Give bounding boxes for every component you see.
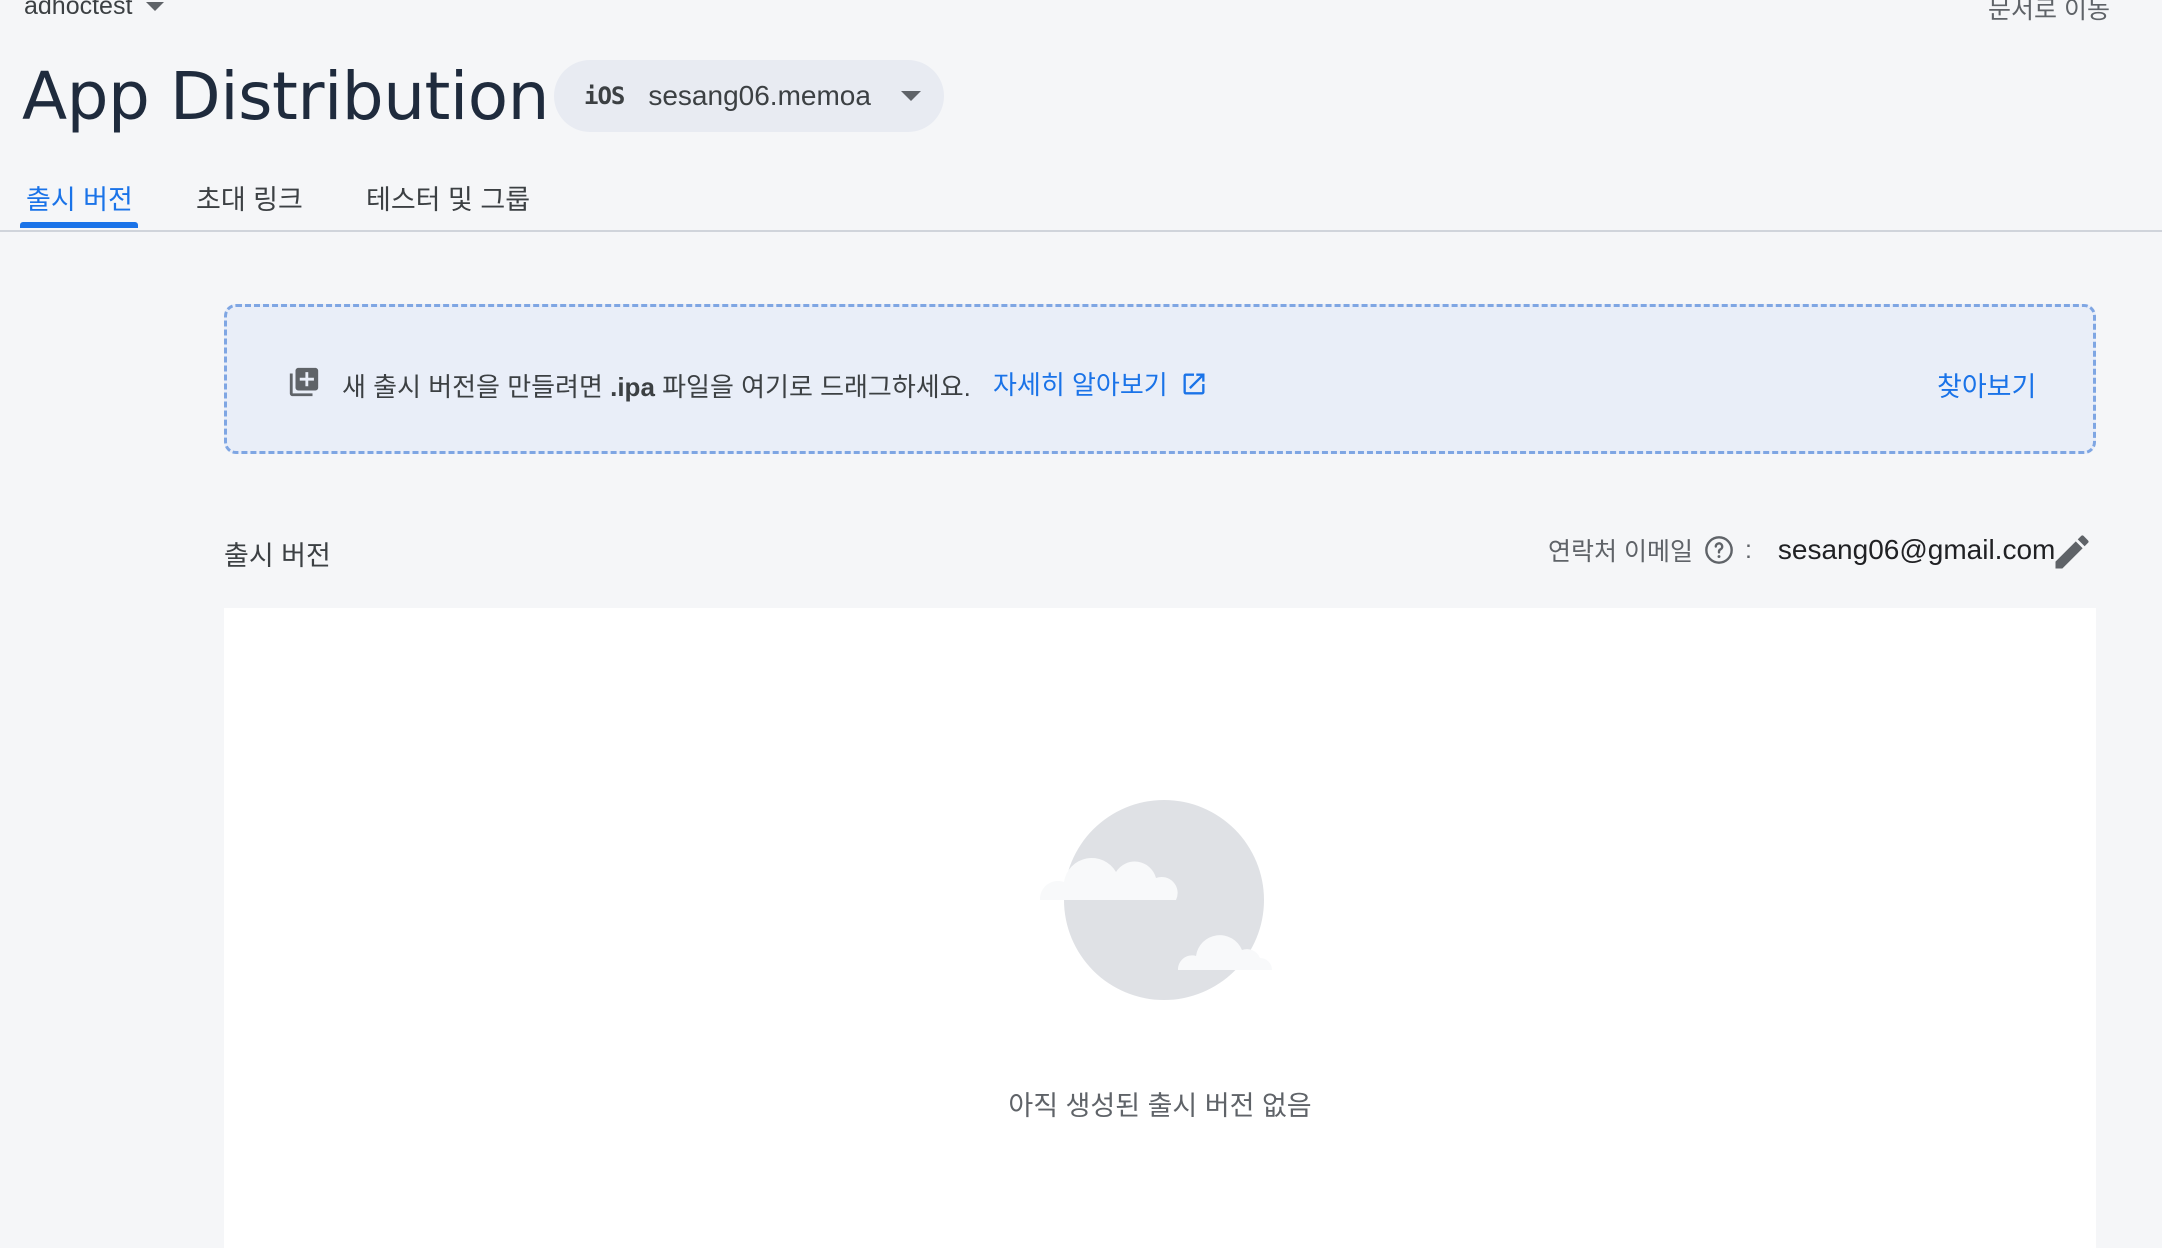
releases-list-card: 아직 생성된 출시 버전 없음	[224, 608, 2096, 1248]
tab-invite-links[interactable]: 초대 링크	[196, 178, 303, 232]
learn-more-link[interactable]: 자세히 알아보기	[993, 365, 1208, 402]
dropzone-text-after: 파일을 여기로 드래그하세요.	[654, 372, 971, 402]
app-id: sesang06.memoa	[648, 80, 871, 111]
chevron-down-icon	[146, 2, 165, 11]
empty-state-message: 아직 생성된 출시 버전 없음	[1008, 1091, 1312, 1121]
ios-platform-badge: iOS	[584, 82, 625, 110]
active-tab-indicator	[20, 222, 138, 228]
releases-section-label: 출시 버전	[224, 541, 331, 571]
ipa-dropzone[interactable]: 새 출시 버전을 만들려면 .ipa 파일을 여기로 드래그하세요. 자세히 알…	[224, 304, 2096, 454]
ipa-extension: .ipa	[610, 372, 655, 402]
pencil-edit-icon[interactable]	[2050, 530, 2094, 574]
browse-button[interactable]: 찾아보기	[1937, 365, 2036, 404]
contact-email-label: 연락처 이메일	[1548, 538, 1693, 566]
docs-link[interactable]: 문서로 이동	[1988, 0, 2110, 26]
chevron-down-icon	[900, 91, 921, 101]
contact-email-row: 연락처 이메일 : sesang06@gmail.com	[1548, 532, 2055, 568]
dropzone-instructions: 새 출시 버전을 만들려면 .ipa 파일을 여기로 드래그하세요.	[342, 367, 971, 404]
tab-bar: 출시 버전 초대 링크 테스터 및 그룹	[0, 168, 2162, 232]
contact-email-value: sesang06@gmail.com	[1777, 534, 2056, 565]
tab-testers-groups[interactable]: 테스터 및 그룹	[366, 178, 530, 232]
add-to-queue-icon	[289, 367, 319, 397]
project-selector[interactable]: adhoctest	[24, 0, 165, 21]
project-name: adhoctest	[24, 0, 133, 20]
learn-more-label: 자세히 알아보기	[993, 370, 1168, 400]
cloud-illustration	[1040, 800, 1272, 1000]
help-circle-icon[interactable]	[1703, 534, 1735, 566]
top-bar: adhoctest 문서로 이동	[0, 0, 2162, 24]
app-selector[interactable]: iOS sesang06.memoa	[554, 60, 944, 132]
open-in-new-icon	[1183, 373, 1205, 394]
contact-colon: :	[1744, 535, 1752, 564]
page-title: App Distribution	[22, 58, 549, 135]
dropzone-text-before: 새 출시 버전을 만들려면	[342, 372, 611, 402]
